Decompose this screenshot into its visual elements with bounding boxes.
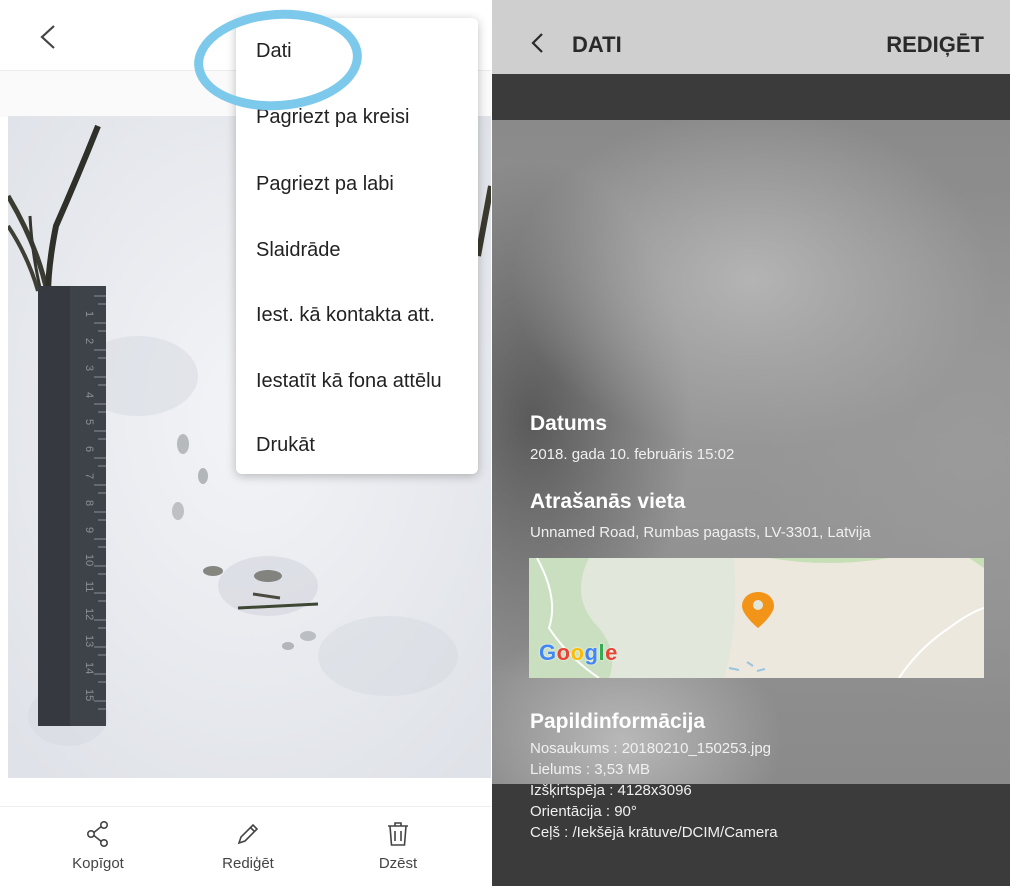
delete-label: Dzēst — [378, 855, 418, 872]
edit-label: Rediģēt — [222, 855, 274, 872]
info-orientation: Orientācija : 90° — [530, 803, 637, 820]
back-arrow-icon[interactable] — [530, 32, 544, 54]
delete-button[interactable]: Dzēst — [348, 821, 448, 872]
ruler-number: 9 — [83, 527, 95, 533]
share-label: Kopīgot — [72, 855, 124, 872]
menu-item-set-wallpaper[interactable]: Iestatīt kā fona attēlu — [256, 370, 442, 393]
ruler-number: 6 — [83, 446, 95, 452]
details-header: DATI REDIĢĒT — [492, 0, 1010, 74]
share-icon — [86, 821, 109, 847]
overflow-menu: Dati Pagriezt pa kreisi Pagriezt pa labi… — [236, 18, 478, 474]
location-heading: Atrašanās vieta — [530, 490, 686, 513]
info-filename: Nosaukums : 20180210_150253.jpg — [530, 740, 772, 757]
ruler-number: 11 — [83, 581, 95, 592]
menu-item-rotate-left[interactable]: Pagriezt pa kreisi — [256, 106, 409, 129]
details-heading: Papildinformācija — [530, 710, 706, 733]
location-value: Unnamed Road, Rumbas pagasts, LV-3301, L… — [530, 524, 871, 541]
ruler-number: 8 — [83, 500, 95, 506]
date-heading: Datums — [530, 412, 608, 435]
date-value: 2018. gada 10. februāris 15:02 — [530, 446, 735, 463]
ruler-number: 7 — [83, 473, 95, 479]
ruler-number: 2 — [83, 338, 95, 344]
ruler-number: 15 — [83, 689, 95, 701]
menu-item-set-contact-photo[interactable]: Iest. kā kontakta att. — [256, 304, 435, 327]
bottom-action-bar: Kopīgot Rediģēt Dzēst — [0, 806, 491, 886]
ruler-number: 5 — [83, 419, 95, 425]
ruler-number: 14 — [83, 662, 95, 674]
edit-button[interactable]: Rediģēt — [198, 821, 298, 872]
page-title: DATI — [572, 32, 622, 57]
menu-item-details[interactable]: Dati — [256, 40, 292, 63]
location-map[interactable]: Google — [529, 558, 984, 678]
trash-icon — [388, 822, 408, 846]
menu-item-print[interactable]: Drukāt — [256, 434, 315, 457]
ruler-number: 10 — [83, 554, 95, 566]
ruler-number: 13 — [83, 635, 95, 647]
ruler-number: 4 — [83, 392, 95, 398]
ruler-number: 1 — [83, 311, 95, 317]
ruler-number: 3 — [83, 365, 95, 371]
info-resolution: Izšķirtspēja : 4128x3096 — [530, 782, 692, 799]
info-size: Lielums : 3,53 MB — [530, 761, 651, 778]
right-pane: DATI REDIĢĒT Datums 2018. gada 10. febru… — [492, 0, 1010, 886]
info-path: Ceļš : /Iekšējā krātuve/DCIM/Camera — [530, 824, 778, 841]
google-logo: Google — [539, 640, 618, 665]
menu-item-rotate-right[interactable]: Pagriezt pa labi — [256, 173, 394, 196]
header-shadow-band — [492, 74, 1010, 120]
left-pane: 1 2 3 4 5 6 7 8 9 10 11 12 13 14 15 Kopīgot Rediģēt — [0, 0, 491, 886]
menu-item-slideshow[interactable]: Slaidrāde — [256, 239, 341, 262]
pencil-icon — [237, 823, 259, 845]
back-arrow-icon[interactable] — [38, 24, 58, 50]
edit-details-button[interactable]: REDIĢĒT — [886, 32, 984, 58]
ruler: 123456789101112131415 — [38, 286, 106, 726]
share-button[interactable]: Kopīgot — [48, 821, 148, 872]
ruler-number: 12 — [83, 608, 95, 620]
